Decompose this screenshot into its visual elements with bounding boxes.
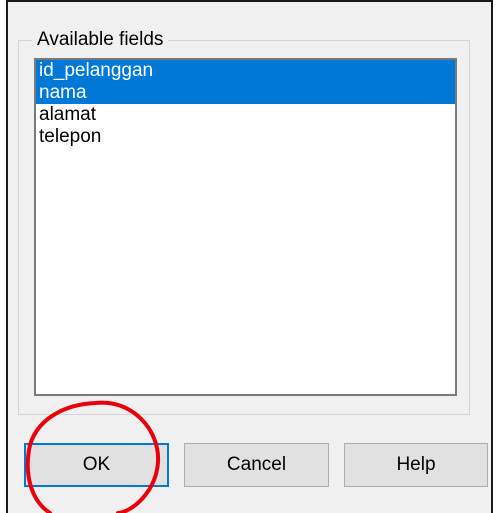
list-item-id-pelanggan[interactable]: id_pelanggan [36,60,455,82]
list-item-telepon[interactable]: telepon [36,126,455,148]
cancel-button[interactable]: Cancel [184,443,329,487]
help-button[interactable]: Help [344,443,488,487]
list-item-nama[interactable]: nama [36,82,455,104]
ok-button[interactable]: OK [24,443,169,487]
fields-listbox[interactable]: id_pelanggan nama alamat telepon [34,58,457,396]
group-title: Available fields [32,29,169,51]
list-item-alamat[interactable]: alamat [36,104,455,126]
